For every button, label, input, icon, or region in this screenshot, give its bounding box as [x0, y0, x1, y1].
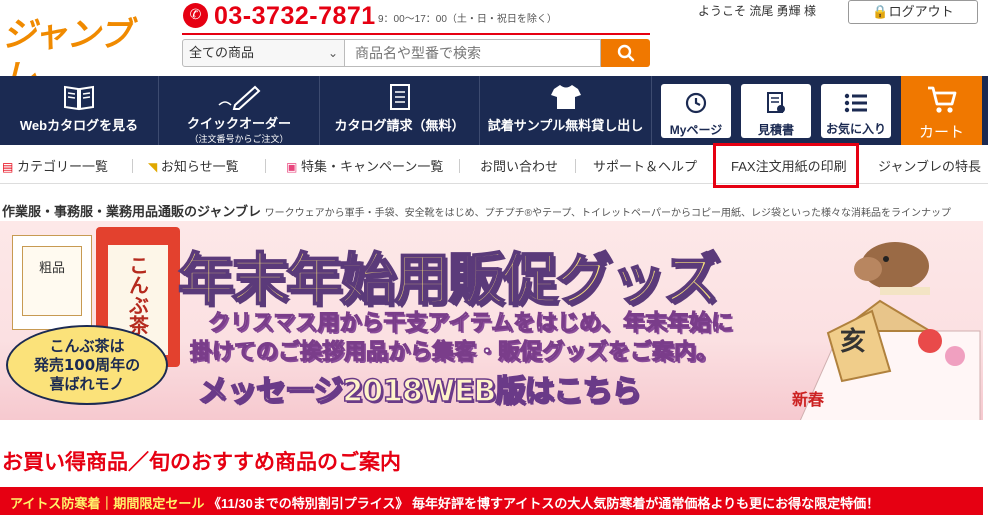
megaphone-icon: ◥	[148, 160, 158, 174]
site-logo[interactable]: ジャンブレ	[2, 14, 164, 97]
phone-icon: ✆	[183, 3, 208, 28]
chevron-down-icon: ⌄	[327, 46, 338, 60]
ema-label: 亥	[840, 327, 867, 357]
phone-underline	[182, 33, 650, 35]
mypage-label: Myページ	[669, 123, 723, 137]
lock-icon: 🔒	[872, 4, 889, 19]
document-icon	[389, 84, 410, 110]
gift-icon: ▣	[286, 160, 298, 174]
subnav-label: お知らせ一覧	[160, 159, 239, 174]
section-title: お買い得商品／旬のおすすめ商品のご案内	[2, 451, 401, 474]
banner-line-1: クリスマス用から干支アイテムをはじめ、年末年始に	[207, 311, 734, 337]
logout-button[interactable]: 🔒ログアウト	[848, 0, 978, 24]
banner-line-2: 掛けてのご挨拶用品から集客・販促グッズをご案内。	[189, 340, 719, 366]
search-button[interactable]	[601, 39, 650, 67]
nav-web-catalog[interactable]: Webカタログを見る	[0, 76, 159, 145]
cart-icon	[927, 86, 956, 113]
nav-catalog-request[interactable]: カタログ請求（無料）	[320, 76, 480, 145]
nav-label: Webカタログを見る	[19, 118, 139, 133]
banner-title: 年末年始用販促グッズ	[177, 247, 721, 314]
subnav-contact[interactable]: お問い合わせ	[480, 156, 558, 175]
phone-number: 03-3732-7871	[214, 2, 376, 30]
gift-box-image: 粗品	[12, 235, 92, 330]
subnav-label: サポート＆ヘルプ	[593, 159, 698, 174]
tagline-main: 作業服・事務服・業務用品通販のジャンブレ	[2, 204, 261, 219]
quote-icon	[767, 92, 785, 113]
nav-label: クイックオーダー	[186, 116, 291, 131]
category-icon: ▤	[2, 160, 14, 174]
cart-label: カート	[918, 124, 964, 141]
cart-button[interactable]: カート	[901, 76, 982, 145]
mypage-button[interactable]: Myページ	[661, 84, 731, 138]
book-icon	[64, 85, 94, 111]
sale-description: 《11/30までの特別割引プライス》 毎年好評を博すアイトスの大人気防寒着が通常…	[207, 496, 880, 511]
tea-label: こんぶ茶	[125, 255, 150, 335]
sale-text: アイトス防寒着｜期間限定セール 《11/30までの特別割引プライス》 毎年好評を…	[10, 493, 879, 512]
search-icon	[617, 44, 634, 62]
list-icon	[844, 93, 867, 113]
subnav-label: カテゴリー一覧	[16, 159, 108, 174]
badge-line: こんぶ茶は	[49, 337, 125, 355]
anniversary-badge: こんぶ茶は 発売100周年の 喜ばれモノ	[6, 325, 168, 405]
clock-icon	[685, 92, 707, 114]
site-tagline: 作業服・事務服・業務用品通販のジャンブレ ワークウェアから軍手・手袋、安全靴をは…	[2, 201, 951, 220]
search-input[interactable]	[345, 39, 601, 67]
badge-line: 発売100周年の	[33, 356, 141, 374]
pencil-icon	[218, 85, 261, 110]
favorites-label: お気に入り	[825, 122, 886, 136]
sale-bar[interactable]: アイトス防寒着｜期間限定セール 《11/30までの特別割引プライス》 毎年好評を…	[0, 487, 983, 515]
quote-button[interactable]: 見積書	[741, 84, 811, 138]
divider	[132, 159, 133, 173]
search-category-select[interactable]: 全ての商品 ⌄	[182, 39, 345, 67]
badge-line: 喜ばれモノ	[49, 375, 125, 393]
divider	[459, 159, 460, 173]
favorites-button[interactable]: お気に入り	[821, 84, 891, 138]
banner-message: メッセージ2018WEB版はこちら	[197, 373, 642, 410]
nav-sample-rental[interactable]: 試着サンプル無料貸し出し	[480, 76, 652, 145]
subnav-features[interactable]: ▣ 特集・キャンペーン一覧	[286, 156, 443, 175]
new-year-label: 新春	[792, 390, 825, 409]
subnav-support[interactable]: サポート＆ヘルプ	[593, 156, 697, 175]
subnav-about[interactable]: ジャンブレの特長	[878, 156, 981, 175]
nav-label: 試着サンプル無料貸し出し	[487, 118, 644, 133]
nav-label: カタログ請求（無料）	[334, 118, 465, 133]
boar-illustration: 亥 新春	[780, 221, 983, 420]
divider	[575, 159, 576, 173]
sale-highlight[interactable]: アイトス防寒着｜期間限定セール	[10, 496, 204, 511]
divider	[265, 159, 266, 173]
promo-banner[interactable]: 粗品 こんぶ茶 こんぶ茶は 発売100周年の 喜ばれモノ 年末年始用販促グッズ …	[0, 221, 983, 420]
search-category-value: 全ての商品	[189, 45, 255, 60]
gift-label: 粗品	[22, 246, 82, 316]
subnav-label: お問い合わせ	[480, 159, 559, 174]
fax-highlight-box	[713, 143, 859, 188]
logout-label: ログアウト	[888, 4, 954, 19]
subnav-label: ジャンブレの特長	[878, 159, 981, 174]
welcome-text: ようこそ 流尾 勇輝 様	[698, 4, 817, 18]
nav-quick-order[interactable]: クイックオーダー （注文番号からご注文）	[159, 76, 320, 145]
subnav-categories[interactable]: ▤ カテゴリー一覧	[2, 156, 108, 175]
tshirt-icon	[550, 85, 581, 109]
quote-label: 見積書	[757, 123, 794, 137]
nav-sublabel: （注文番号からご注文）	[189, 134, 289, 144]
tagline-sub: ワークウェアから軍手・手袋、安全靴をはじめ、プチプチ®やテープ、トイレットペーパ…	[264, 208, 951, 219]
phone-hours: 9：00〜17：00（土・日・祝日を除く）	[378, 14, 557, 25]
subnav-news[interactable]: ◥ お知らせ一覧	[148, 156, 239, 175]
subnav-label: 特集・キャンペーン一覧	[300, 159, 444, 174]
